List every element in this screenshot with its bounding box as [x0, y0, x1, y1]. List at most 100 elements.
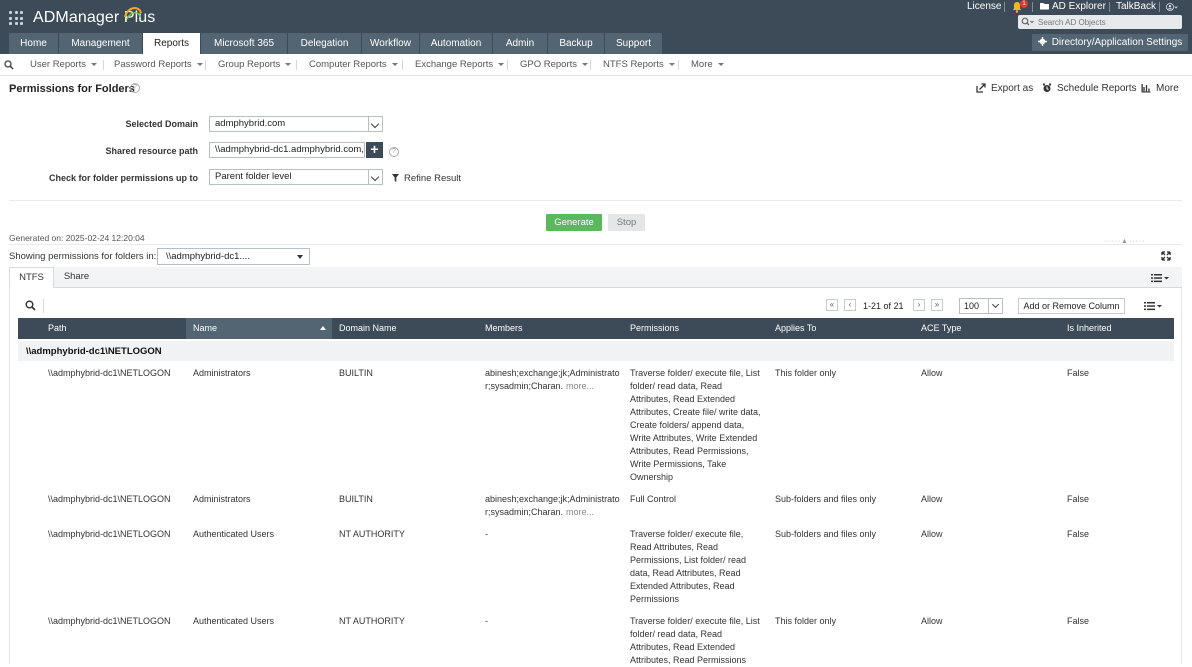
- showing-folder-select[interactable]: \\admphybrid-dc1....: [157, 248, 310, 265]
- schedule-reports-button[interactable]: Schedule Reports: [1042, 83, 1137, 94]
- table-menu-icon[interactable]: [1144, 301, 1164, 311]
- help-icon[interactable]: ?: [389, 147, 399, 157]
- ad-explorer-label: AD Explorer: [1052, 1, 1106, 12]
- help-icon[interactable]: ?: [130, 83, 140, 93]
- column-header-applies-to[interactable]: Applies To: [775, 318, 816, 339]
- tab-workflow[interactable]: Workflow: [362, 33, 420, 54]
- cell-text: This folder only: [775, 616, 837, 626]
- subnav-user-reports[interactable]: User Reports: [30, 59, 97, 70]
- cell-text: Administrators: [193, 494, 251, 504]
- cell-text: Authenticated Users: [193, 529, 275, 539]
- cell-text: False: [1067, 616, 1090, 626]
- subnav-ntfs-reports[interactable]: NTFS Reports: [603, 59, 675, 70]
- column-header-permissions[interactable]: Permissions: [630, 318, 679, 339]
- subnav-password-reports[interactable]: Password Reports: [114, 59, 203, 70]
- tab-ntfs[interactable]: NTFS: [9, 267, 54, 288]
- ad-explorer-link[interactable]: AD Explorer: [1040, 1, 1106, 12]
- cell-ace: Allow: [921, 367, 1059, 380]
- cell-members: -: [485, 615, 623, 628]
- cell-text: False: [1067, 368, 1090, 378]
- cell-permissions: Traverse folder/ execute file, Read Attr…: [630, 528, 763, 606]
- talkback-link[interactable]: TalkBack: [1116, 1, 1156, 12]
- cell-domain: BUILTIN: [339, 493, 477, 506]
- last-page-button[interactable]: »: [931, 299, 943, 311]
- export-button[interactable]: Export as: [976, 83, 1033, 94]
- cell-text: Traverse folder/ execute file, List fold…: [630, 368, 761, 482]
- subnav-separator: [205, 60, 206, 70]
- main-tabs: Home Management Reports Microsoft 365 Delega…: [9, 33, 663, 54]
- subnav-label: More: [691, 59, 713, 70]
- shared-path-input[interactable]: \\admphybrid-dc1.admphybrid.com,: [209, 142, 365, 158]
- prev-page-button[interactable]: ‹: [844, 299, 856, 311]
- subnav-computer-reports[interactable]: Computer Reports: [309, 59, 398, 70]
- tab-home[interactable]: Home: [9, 33, 59, 54]
- cell-text: Administrators: [193, 368, 251, 378]
- app-grid-icon[interactable]: [9, 11, 23, 25]
- subnav-gpo-reports[interactable]: GPO Reports: [520, 59, 589, 70]
- schedule-reports-label: Schedule Reports: [1057, 83, 1137, 94]
- directory-settings-button[interactable]: Directory/Application Settings: [1032, 34, 1188, 51]
- column-header-label: Permissions: [630, 323, 680, 333]
- folder-level-value: Parent folder level: [215, 171, 292, 182]
- filter-icon: [392, 174, 399, 182]
- cell-text: Allow: [921, 494, 943, 504]
- column-header-is-inherited[interactable]: Is Inherited: [1067, 318, 1112, 339]
- cell-text: abinesh;exchange;jk;Administrator;sysadm…: [485, 368, 620, 391]
- generate-button[interactable]: Generate: [546, 214, 602, 231]
- tab-management[interactable]: Management: [59, 33, 143, 54]
- refine-result-button[interactable]: Refine Result: [392, 173, 461, 184]
- group-label: \\admphybrid-dc1\NETLOGON: [26, 346, 162, 357]
- subnav-more[interactable]: More: [691, 59, 724, 70]
- expand-icon[interactable]: [1161, 251, 1171, 261]
- more-link[interactable]: more...: [566, 381, 594, 391]
- rows-per-page-select[interactable]: 100: [959, 298, 1003, 314]
- sort-ascending-icon[interactable]: [320, 326, 326, 330]
- tab-reports[interactable]: Reports: [143, 33, 201, 54]
- folder-level-select[interactable]: Parent folder level: [209, 169, 383, 185]
- cell-path: \\admphybrid-dc1\NETLOGON: [48, 367, 186, 380]
- user-avatar-icon[interactable]: [1166, 1, 1178, 13]
- caret-down-icon: [285, 63, 292, 66]
- gear-icon: [1037, 37, 1047, 46]
- column-header-path[interactable]: Path: [48, 318, 67, 339]
- cell-applies: Sub-folders and files only: [775, 493, 913, 506]
- next-page-button[interactable]: ›: [913, 299, 925, 311]
- search-icon[interactable]: [25, 300, 36, 311]
- subnav-group-reports[interactable]: Group Reports: [218, 59, 292, 70]
- column-header-ace-type[interactable]: ACE Type: [921, 318, 961, 339]
- cell-ace: Allow: [921, 615, 1059, 628]
- ad-search-input[interactable]: [1038, 15, 1178, 29]
- list-menu-icon[interactable]: [1151, 273, 1171, 283]
- more-link[interactable]: more...: [566, 507, 594, 517]
- tab-delegation[interactable]: Delegation: [288, 33, 362, 54]
- domain-select[interactable]: admphybrid.com: [209, 116, 383, 132]
- cell-applies: Sub-folders and files only: [775, 528, 913, 541]
- stop-button[interactable]: Stop: [608, 214, 645, 231]
- cell-path: \\admphybrid-dc1\NETLOGON: [48, 528, 186, 541]
- selected-domain-label: Selected Domain: [125, 119, 198, 129]
- cell-members: abinesh;exchange;jk;Administrator;sysadm…: [485, 493, 623, 519]
- tab-automation[interactable]: Automation: [420, 33, 493, 54]
- column-header-members[interactable]: Members: [485, 318, 523, 339]
- subnav-exchange-reports[interactable]: Exchange Reports: [415, 59, 505, 70]
- add-path-button[interactable]: +: [366, 142, 383, 158]
- column-header-domain-name[interactable]: Domain Name: [339, 318, 397, 339]
- first-page-button[interactable]: «: [826, 299, 838, 311]
- tab-microsoft-365[interactable]: Microsoft 365: [201, 33, 288, 54]
- tab-backup[interactable]: Backup: [548, 33, 605, 54]
- check-level-label: Check for folder permissions up to: [48, 173, 198, 183]
- more-actions-button[interactable]: More: [1141, 83, 1179, 94]
- ad-search-box[interactable]: [1018, 15, 1182, 29]
- add-remove-column-button[interactable]: Add or Remove Column: [1018, 298, 1125, 314]
- license-link[interactable]: License: [967, 1, 1001, 12]
- column-header-label: Members: [485, 323, 523, 333]
- tab-support[interactable]: Support: [605, 33, 663, 54]
- cell-text: BUILTIN: [339, 494, 373, 504]
- tab-admin[interactable]: Admin: [493, 33, 548, 54]
- cell-permissions: Full Control: [630, 493, 763, 506]
- tab-share[interactable]: Share: [54, 267, 99, 288]
- cell-members: abinesh;exchange;jk;Administrator;sysadm…: [485, 367, 623, 393]
- caret-down-icon: [717, 63, 724, 66]
- search-icon[interactable]: [4, 60, 14, 70]
- column-header-name[interactable]: Name: [186, 318, 332, 339]
